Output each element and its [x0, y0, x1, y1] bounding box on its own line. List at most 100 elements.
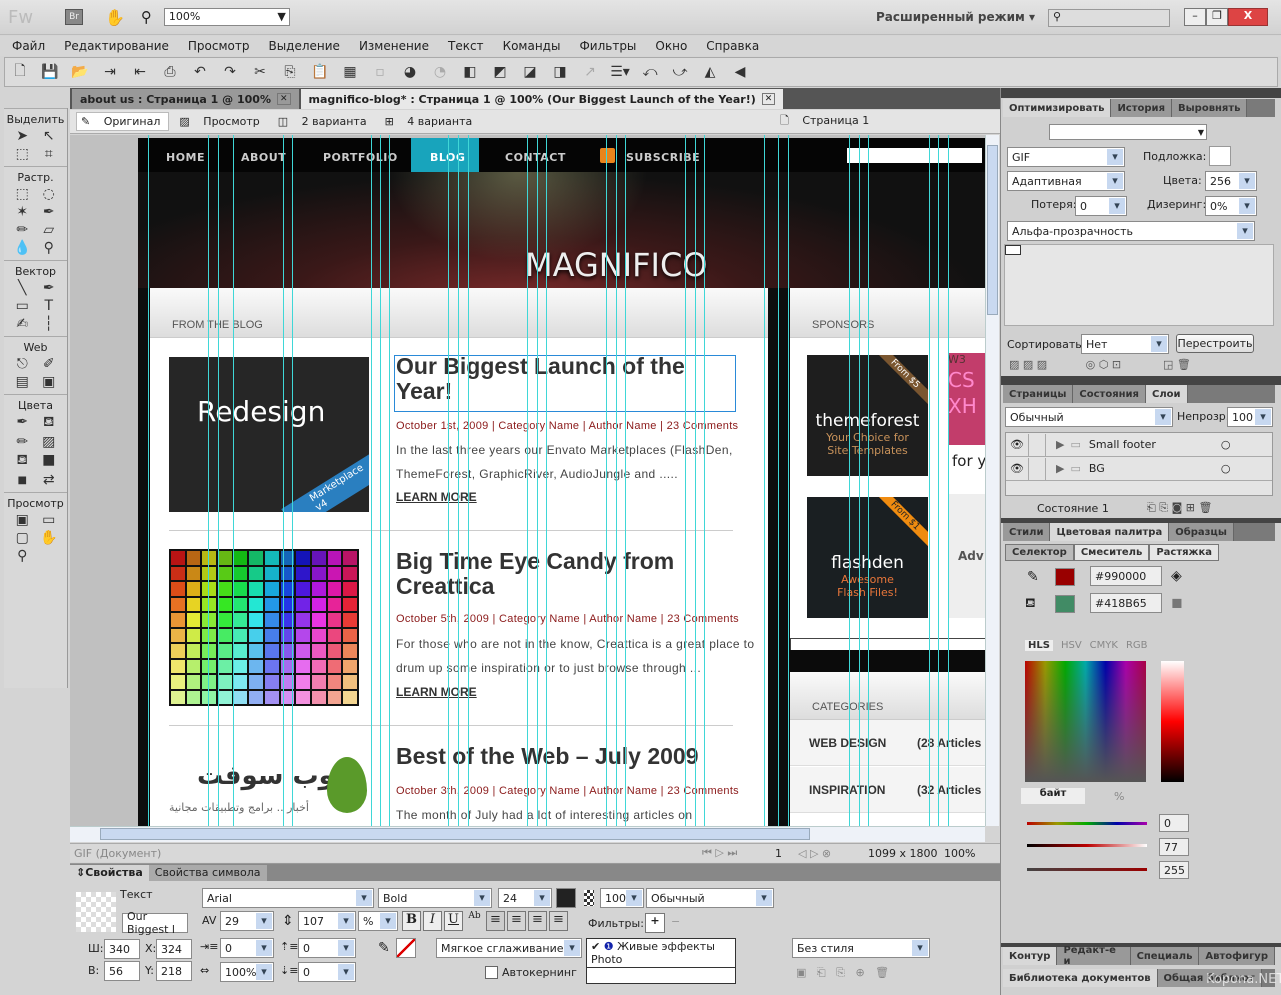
model-cmyk[interactable]: CMYK: [1090, 640, 1118, 651]
guide-line[interactable]: [380, 135, 381, 826]
guide-line[interactable]: [929, 135, 930, 826]
remove-filter-button[interactable]: −: [671, 915, 680, 928]
color-cube-icon[interactable]: ◈: [1171, 568, 1182, 584]
tool-icon[interactable]: ⚲: [17, 548, 27, 564]
export-icon[interactable]: ⇤: [129, 62, 151, 82]
menu-item[interactable]: Текст: [448, 39, 484, 53]
hue-value[interactable]: 0: [1159, 814, 1189, 832]
layer-row[interactable]: 👁 ▶ ▭ BG ○: [1006, 457, 1272, 481]
guide-line[interactable]: [468, 135, 469, 826]
bring-front-icon[interactable]: ◧: [459, 62, 481, 82]
workspace-switcher[interactable]: Расширенный режим ▾: [876, 10, 1035, 24]
zoom-icon[interactable]: ⚲: [141, 8, 152, 26]
guide-line[interactable]: [218, 135, 219, 826]
tool-icon[interactable]: ⬚: [16, 186, 29, 202]
mode-gradient[interactable]: Растяжка: [1149, 544, 1220, 561]
guide-line[interactable]: [148, 135, 149, 826]
guide-line[interactable]: [695, 135, 696, 826]
paste-icon[interactable]: 📋: [309, 62, 331, 82]
style-select[interactable]: Без стиля: [792, 938, 930, 958]
saturation-slider[interactable]: [1027, 868, 1147, 871]
guide-line[interactable]: [537, 135, 538, 826]
bring-forward-icon[interactable]: ◩: [489, 62, 511, 82]
font-select[interactable]: Arial: [202, 888, 374, 908]
underline-button[interactable]: U: [444, 911, 463, 931]
first-frame-icon[interactable]: ⏮ ▷ ⏭: [702, 846, 737, 860]
send-back-icon[interactable]: ◨: [549, 62, 571, 82]
tool-icon[interactable]: ➤: [16, 128, 28, 144]
tool-icon[interactable]: ⬚: [16, 146, 29, 162]
tool-icon[interactable]: ✒: [16, 414, 28, 432]
eye-icon[interactable]: 👁: [1006, 462, 1028, 475]
doc-tab-about[interactable]: about us : Страница 1 @ 100% ✕: [72, 89, 299, 109]
tab-properties[interactable]: ⇕ Свойства: [70, 864, 149, 881]
rebuild-button[interactable]: Перестроить: [1176, 334, 1254, 353]
saturation-value[interactable]: 255: [1159, 861, 1189, 879]
menu-item[interactable]: Выделение: [268, 39, 339, 53]
guide-line[interactable]: [625, 135, 626, 826]
ungroup-icon[interactable]: ▫: [369, 62, 391, 82]
tab-doc-library[interactable]: Библиотека документов: [1003, 969, 1158, 987]
save-icon[interactable]: 💾: [39, 62, 61, 82]
send-backward-icon[interactable]: ◪: [519, 62, 541, 82]
view-2up[interactable]: ◫ 2 варианта: [274, 113, 375, 130]
zoom-select[interactable]: 100% ▼: [163, 8, 290, 26]
tool-icon[interactable]: ▣: [42, 374, 55, 390]
tool-icon[interactable]: ◌: [43, 186, 55, 202]
width-field[interactable]: 340: [104, 939, 140, 959]
guide-line[interactable]: [868, 135, 869, 826]
tool-icon[interactable]: ▨: [42, 434, 55, 450]
guide-line[interactable]: [606, 135, 607, 826]
tab-path[interactable]: Контур: [1003, 947, 1058, 965]
canvas-size[interactable]: 1099 x 1800: [868, 847, 938, 860]
model-rgb[interactable]: RGB: [1126, 640, 1148, 651]
search-input[interactable]: ⚲: [1048, 9, 1170, 27]
unit-percent-button[interactable]: %: [1114, 790, 1124, 803]
new-icon[interactable]: 🗋: [9, 62, 31, 82]
tool-icon[interactable]: ■: [42, 452, 55, 470]
doc-tab-magnifico[interactable]: magnifico-blog* : Страница 1 @ 100% (Our…: [300, 89, 784, 109]
lightness-slider[interactable]: [1027, 844, 1147, 847]
rotate-cw-icon[interactable]: ⤻: [669, 62, 691, 82]
restore-button[interactable]: ❐: [1206, 8, 1228, 26]
style-buttons[interactable]: ▣ ⎗ ⎘ ⊕ 🗑: [796, 966, 889, 980]
tool-icon[interactable]: ▭: [16, 298, 29, 314]
rotate-ccw-icon[interactable]: ⤺: [639, 62, 661, 82]
font-size-select[interactable]: 24: [498, 888, 552, 908]
text-orientation-icon[interactable]: Ab: [465, 911, 484, 931]
format-select[interactable]: GIF: [1007, 147, 1125, 167]
tool-icon[interactable]: ↖: [43, 128, 55, 144]
guide-line[interactable]: [764, 135, 765, 826]
close-button[interactable]: X: [1228, 8, 1268, 26]
loss-field[interactable]: 0: [1075, 196, 1127, 216]
grayscale-cube-icon[interactable]: ◼: [1171, 595, 1183, 611]
tool-icon[interactable]: ⛾: [17, 452, 28, 470]
copy-icon[interactable]: ⎘: [279, 62, 301, 82]
undo-icon[interactable]: ↶: [189, 62, 211, 82]
prev-frame-icon[interactable]: ◁ ▷ ⊗: [798, 847, 831, 860]
menu-item[interactable]: Окно: [655, 39, 687, 53]
unit-byte-button[interactable]: байт: [1021, 788, 1085, 804]
color-edit-icons[interactable]: ▨ ▨ ▨ ◎ ⬡ ⊡ ◲ 🗑: [1009, 358, 1191, 371]
tab-special[interactable]: Специаль: [1130, 947, 1200, 965]
close-icon[interactable]: ✕: [761, 93, 776, 105]
expand-icon[interactable]: ▶: [1056, 438, 1064, 451]
hue-saturation-field[interactable]: [1025, 661, 1146, 782]
dither-field[interactable]: 0%: [1205, 196, 1257, 216]
close-icon[interactable]: ✕: [276, 93, 291, 105]
color-table[interactable]: [1004, 244, 1274, 326]
eye-icon[interactable]: 👁: [1006, 438, 1028, 451]
align-right-button[interactable]: ≡: [528, 911, 547, 931]
layer-row[interactable]: 👁 ▶ ▭ Small footer ○: [1006, 433, 1272, 457]
tool-icon[interactable]: ⇄: [43, 472, 55, 488]
layer-target-icon[interactable]: ○: [1221, 462, 1231, 475]
join-icon[interactable]: ◕: [399, 62, 421, 82]
guide-line[interactable]: [458, 135, 459, 826]
tool-icon[interactable]: ✏: [16, 434, 28, 450]
fill-swatch[interactable]: [1055, 595, 1075, 613]
bridge-button[interactable]: Br: [65, 9, 83, 25]
canvas[interactable]: HOMEABOUTPORTFOLIOBLOGCONTACTSUBSCRIBE M…: [70, 135, 985, 826]
x-field[interactable]: 324: [156, 939, 192, 959]
height-field[interactable]: 56: [104, 961, 140, 981]
guide-line[interactable]: [948, 135, 949, 826]
